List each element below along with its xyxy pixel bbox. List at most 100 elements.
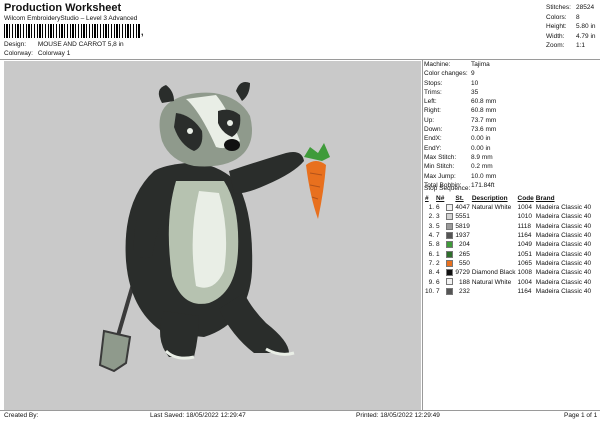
- stat-label: Stitches:: [546, 4, 571, 11]
- row-description: [471, 212, 517, 221]
- row-swatch: [445, 222, 454, 231]
- info-value: 10: [471, 79, 479, 87]
- last-saved: Last Saved: 18/05/2022 12:29:47: [150, 412, 246, 419]
- row-swatch: [445, 240, 454, 249]
- row-description: [471, 287, 517, 296]
- table-row: 2. 3 5551 1010 Madeira Classic 40: [424, 212, 592, 221]
- row-description: [471, 249, 517, 258]
- row-stitches: 265: [458, 250, 470, 258]
- thread-color-swatch: [446, 269, 454, 277]
- row-stitches: 9729: [455, 269, 470, 277]
- info-value: 9: [471, 70, 475, 78]
- row-swatch: [445, 203, 454, 212]
- row-swatch: [445, 268, 454, 277]
- row-stitches: 5551: [455, 213, 470, 221]
- row-description: [471, 259, 517, 268]
- printed-date: Printed: 18/05/2022 12:29:49: [356, 412, 440, 419]
- info-value: 35: [471, 88, 479, 96]
- row-needle: 4: [436, 269, 440, 277]
- colorway-label: Colorway:: [4, 50, 33, 57]
- stop-sequence-table: # N# St. Description Code Brand 1. 6 4047 N…: [424, 194, 592, 296]
- row-brand: Madeira Classic 40: [535, 213, 592, 221]
- thread-color-swatch: [446, 222, 454, 230]
- row-stitches: 4047: [455, 204, 470, 212]
- row-needle: 8: [436, 241, 440, 249]
- info-label: Right:: [424, 107, 441, 115]
- info-label: EndX:: [424, 135, 442, 143]
- row-number: 10.: [425, 287, 435, 295]
- row-swatch: [445, 259, 454, 268]
- stat-row: Colors: 8: [546, 13, 598, 23]
- row-number: 5.: [428, 241, 435, 249]
- row-needle: 5: [436, 222, 440, 230]
- row-stitches: 550: [458, 259, 470, 267]
- row-code: 1004: [517, 204, 533, 212]
- design-name: MOUSE AND CARROT 5,8 in: [37, 41, 124, 48]
- row-code: 1051: [517, 250, 533, 258]
- stat-value: 5.80 in: [576, 23, 596, 31]
- info-value: 73.7 mm: [471, 116, 497, 124]
- thread-color-swatch: [446, 250, 454, 258]
- table-row: 8. 4 9729 Diamond Black 1008 Madeira Classic …: [424, 268, 592, 277]
- row-description: [471, 222, 517, 231]
- row-code: 1118: [517, 222, 532, 230]
- stat-label: Width:: [546, 32, 565, 40]
- row-number: 3.: [428, 222, 435, 230]
- info-label: Min Stitch:: [424, 163, 455, 171]
- info-value: 0.2 mm: [471, 163, 493, 171]
- machine-info: Machine: Tajima Color changes: 9 Stops: 10 …: [424, 60, 599, 190]
- row-brand: Madeira Classic 40: [535, 269, 592, 277]
- row-brand: Madeira Classic 40: [535, 259, 592, 267]
- row-swatch: [445, 277, 454, 286]
- row-number: 6.: [428, 250, 435, 258]
- row-stitches: 188: [458, 278, 470, 286]
- row-code: 1008: [517, 269, 533, 277]
- thread-color-swatch: [446, 204, 454, 212]
- info-row: Right: 60.8 mm: [424, 106, 599, 115]
- row-number: 8.: [428, 269, 435, 277]
- thread-color-swatch: [446, 278, 454, 286]
- row-swatch: [445, 287, 454, 296]
- stat-label: Height:: [546, 23, 567, 31]
- row-description: Natural White: [471, 204, 512, 212]
- row-stitches: 232: [458, 287, 470, 295]
- info-value: 10.0 mm: [471, 172, 497, 180]
- row-brand: Madeira Classic 40: [535, 232, 592, 240]
- info-label: Color changes:: [424, 70, 468, 78]
- row-number: 9.: [428, 278, 435, 286]
- row-code: 1010: [517, 213, 533, 221]
- col-number: #: [425, 195, 429, 202]
- row-stitches: 5819: [455, 222, 470, 230]
- stat-row: Width: 4.79 in: [546, 32, 598, 42]
- info-label: Left:: [424, 98, 437, 106]
- row-needle: 2: [436, 259, 440, 267]
- thread-color-swatch: [446, 241, 454, 249]
- stat-value: 28524: [576, 4, 595, 11]
- info-label: Up:: [424, 116, 435, 124]
- info-row: Machine: Tajima: [424, 60, 599, 69]
- row-needle: 6: [436, 204, 440, 212]
- info-value: Tajima: [471, 61, 490, 68]
- table-header-row: # N# St. Description Code Brand: [424, 194, 592, 203]
- info-row: Max Stitch: 8.9 mm: [424, 153, 599, 162]
- col-swatch: [445, 194, 454, 203]
- row-code: 1065: [517, 259, 533, 267]
- row-number: 7.: [428, 259, 435, 267]
- row-needle: 7: [436, 287, 440, 295]
- table-row: 4. 7 1937 1164 Madeira Classic 40: [424, 231, 592, 240]
- info-value: 171.84ft: [471, 181, 495, 189]
- barcode-mark: ,: [141, 27, 144, 37]
- info-label: Max Stitch:: [424, 153, 457, 161]
- info-value: 73.6 mm: [471, 126, 497, 134]
- row-needle: 6: [436, 278, 440, 286]
- info-row: Color changes: 9: [424, 69, 599, 78]
- colorway-name: Colorway 1: [37, 50, 71, 57]
- info-row: Min Stitch: 0.2 mm: [424, 162, 599, 171]
- design-stats: Stitches: 28524 Colors: 8 Height: 5.80 in W…: [546, 3, 598, 51]
- stat-label: Zoom:: [546, 42, 565, 50]
- row-brand: Madeira Classic 40: [535, 278, 592, 286]
- info-label: Stops:: [424, 79, 443, 87]
- row-description: [471, 231, 517, 240]
- info-row: Max Jump: 10.0 mm: [424, 172, 599, 181]
- thread-color-swatch: [446, 231, 454, 239]
